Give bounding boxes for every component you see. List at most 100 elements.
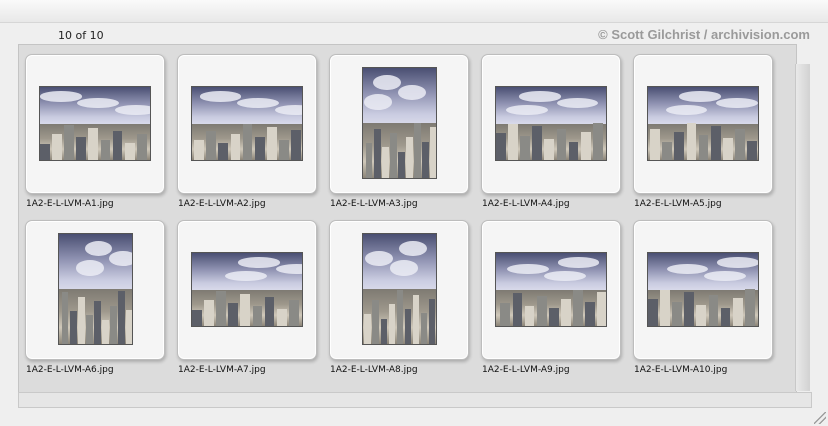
building-shape: [548, 308, 559, 326]
building-shape: [364, 314, 372, 344]
cloud-shape: [678, 91, 721, 102]
cloud-shape: [225, 270, 267, 281]
copyright-label: © Scott Gilchrist / archivision.com: [598, 27, 810, 42]
building-shape: [512, 293, 523, 326]
thumbnail-tile[interactable]: 1A2-E-L-LVM-A8.jpg: [329, 220, 481, 375]
building-shape: [412, 294, 420, 344]
building-shape: [192, 309, 202, 326]
building-shape: [428, 298, 436, 344]
thumbnail-tile[interactable]: 1A2-E-L-LVM-A3.jpg: [329, 54, 481, 209]
building-shape: [372, 300, 380, 344]
slide-mount[interactable]: [481, 54, 621, 194]
cloud-shape: [665, 104, 708, 115]
building-shape: [216, 290, 227, 326]
thumbnail-tile[interactable]: 1A2-E-L-LVM-A6.jpg: [25, 220, 177, 375]
cloud-shape: [114, 104, 150, 115]
cloud-shape: [373, 74, 401, 90]
cloud-shape: [519, 91, 561, 102]
building-shape: [544, 138, 555, 160]
building-shape: [254, 136, 265, 160]
thumbnail-filename: 1A2-E-L-LVM-A6.jpg: [26, 365, 114, 375]
building-shape: [532, 126, 543, 160]
top-toolbar: [0, 0, 828, 23]
building-shape: [242, 124, 253, 160]
thumbnail-image[interactable]: [191, 86, 303, 161]
building-shape: [747, 141, 757, 160]
resize-grip-icon[interactable]: [814, 412, 826, 424]
thumbnail-image[interactable]: [39, 86, 151, 161]
thumbnail-image[interactable]: [191, 252, 303, 327]
thumbnail-tile[interactable]: 1A2-E-L-LVM-A9.jpg: [481, 220, 633, 375]
thumbnail-filename: 1A2-E-L-LVM-A2.jpg: [178, 199, 266, 209]
building-shape: [69, 311, 77, 344]
thumbnail-tile[interactable]: 1A2-E-L-LVM-A2.jpg: [177, 54, 329, 209]
building-shape: [398, 151, 405, 178]
building-shape: [585, 301, 595, 326]
building-shape: [136, 133, 147, 160]
building-shape: [110, 305, 117, 344]
thumbnail-image[interactable]: [647, 86, 759, 161]
cloud-shape: [84, 240, 113, 256]
horizontal-scrollbar[interactable]: [18, 392, 812, 408]
building-shape: [708, 295, 719, 326]
building-shape: [496, 133, 506, 160]
thumbnail-filename: 1A2-E-L-LVM-A3.jpg: [330, 199, 418, 209]
slide-mount[interactable]: [329, 220, 469, 360]
building-shape: [560, 299, 571, 326]
building-shape: [76, 137, 87, 160]
building-shape: [94, 301, 101, 344]
building-shape: [276, 309, 287, 326]
thumbnail-tile[interactable]: 1A2-E-L-LVM-A4.jpg: [481, 54, 633, 209]
building-shape: [650, 129, 661, 160]
thumbnail-tile[interactable]: 1A2-E-L-LVM-A10.jpg: [633, 220, 785, 375]
thumbnail-image[interactable]: [495, 86, 607, 161]
slide-mount[interactable]: [25, 54, 165, 194]
thumbnail-image[interactable]: [495, 252, 607, 327]
cloud-shape: [75, 260, 104, 276]
image-count-label: 10 of 10: [58, 29, 104, 42]
thumbnail-filename: 1A2-E-L-LVM-A5.jpg: [634, 199, 722, 209]
thumbnail-grid: 1A2-E-L-LVM-A1.jpg 1A2-E-L-LVM-A2.jpg 1A…: [18, 44, 797, 393]
cloud-shape: [40, 91, 82, 102]
thumbnail-filename: 1A2-E-L-LVM-A10.jpg: [634, 365, 728, 375]
building-shape: [720, 307, 731, 326]
building-shape: [660, 289, 670, 326]
thumbnail-tile[interactable]: 1A2-E-L-LVM-A7.jpg: [177, 220, 329, 375]
building-shape: [124, 143, 135, 160]
building-shape: [264, 296, 275, 326]
thumbnail-filename: 1A2-E-L-LVM-A1.jpg: [26, 199, 114, 209]
thumbnail-image[interactable]: [362, 233, 437, 345]
building-shape: [373, 128, 381, 178]
cloud-shape: [365, 250, 393, 266]
building-shape: [422, 141, 429, 178]
cloud-shape: [505, 104, 548, 115]
slide-mount[interactable]: [177, 220, 317, 360]
cloud-shape: [398, 84, 426, 100]
thumbnail-image[interactable]: [58, 233, 133, 345]
building-shape: [40, 143, 50, 160]
cloud-shape: [704, 270, 746, 281]
building-shape: [252, 306, 263, 326]
building-shape: [556, 129, 567, 160]
building-shape: [228, 303, 239, 326]
building-shape: [88, 127, 99, 160]
slide-mount[interactable]: [177, 54, 317, 194]
thumbnail-tile[interactable]: 1A2-E-L-LVM-A1.jpg: [25, 54, 177, 209]
thumbnail-image[interactable]: [647, 252, 759, 327]
building-shape: [77, 296, 85, 344]
slide-mount[interactable]: [633, 54, 773, 194]
slide-mount[interactable]: [25, 220, 165, 360]
building-shape: [61, 292, 69, 344]
slide-mount[interactable]: [329, 54, 469, 194]
thumbnail-tile[interactable]: 1A2-E-L-LVM-A5.jpg: [633, 54, 785, 209]
building-shape: [520, 135, 531, 160]
vertical-scrollbar[interactable]: [795, 64, 810, 391]
building-shape: [672, 301, 683, 326]
thumbnail-image[interactable]: [362, 67, 437, 179]
building-shape: [406, 137, 413, 178]
cloud-shape: [364, 94, 393, 110]
building-shape: [573, 289, 583, 326]
slide-mount[interactable]: [481, 220, 621, 360]
slide-mount[interactable]: [633, 220, 773, 360]
building-shape: [580, 132, 591, 160]
